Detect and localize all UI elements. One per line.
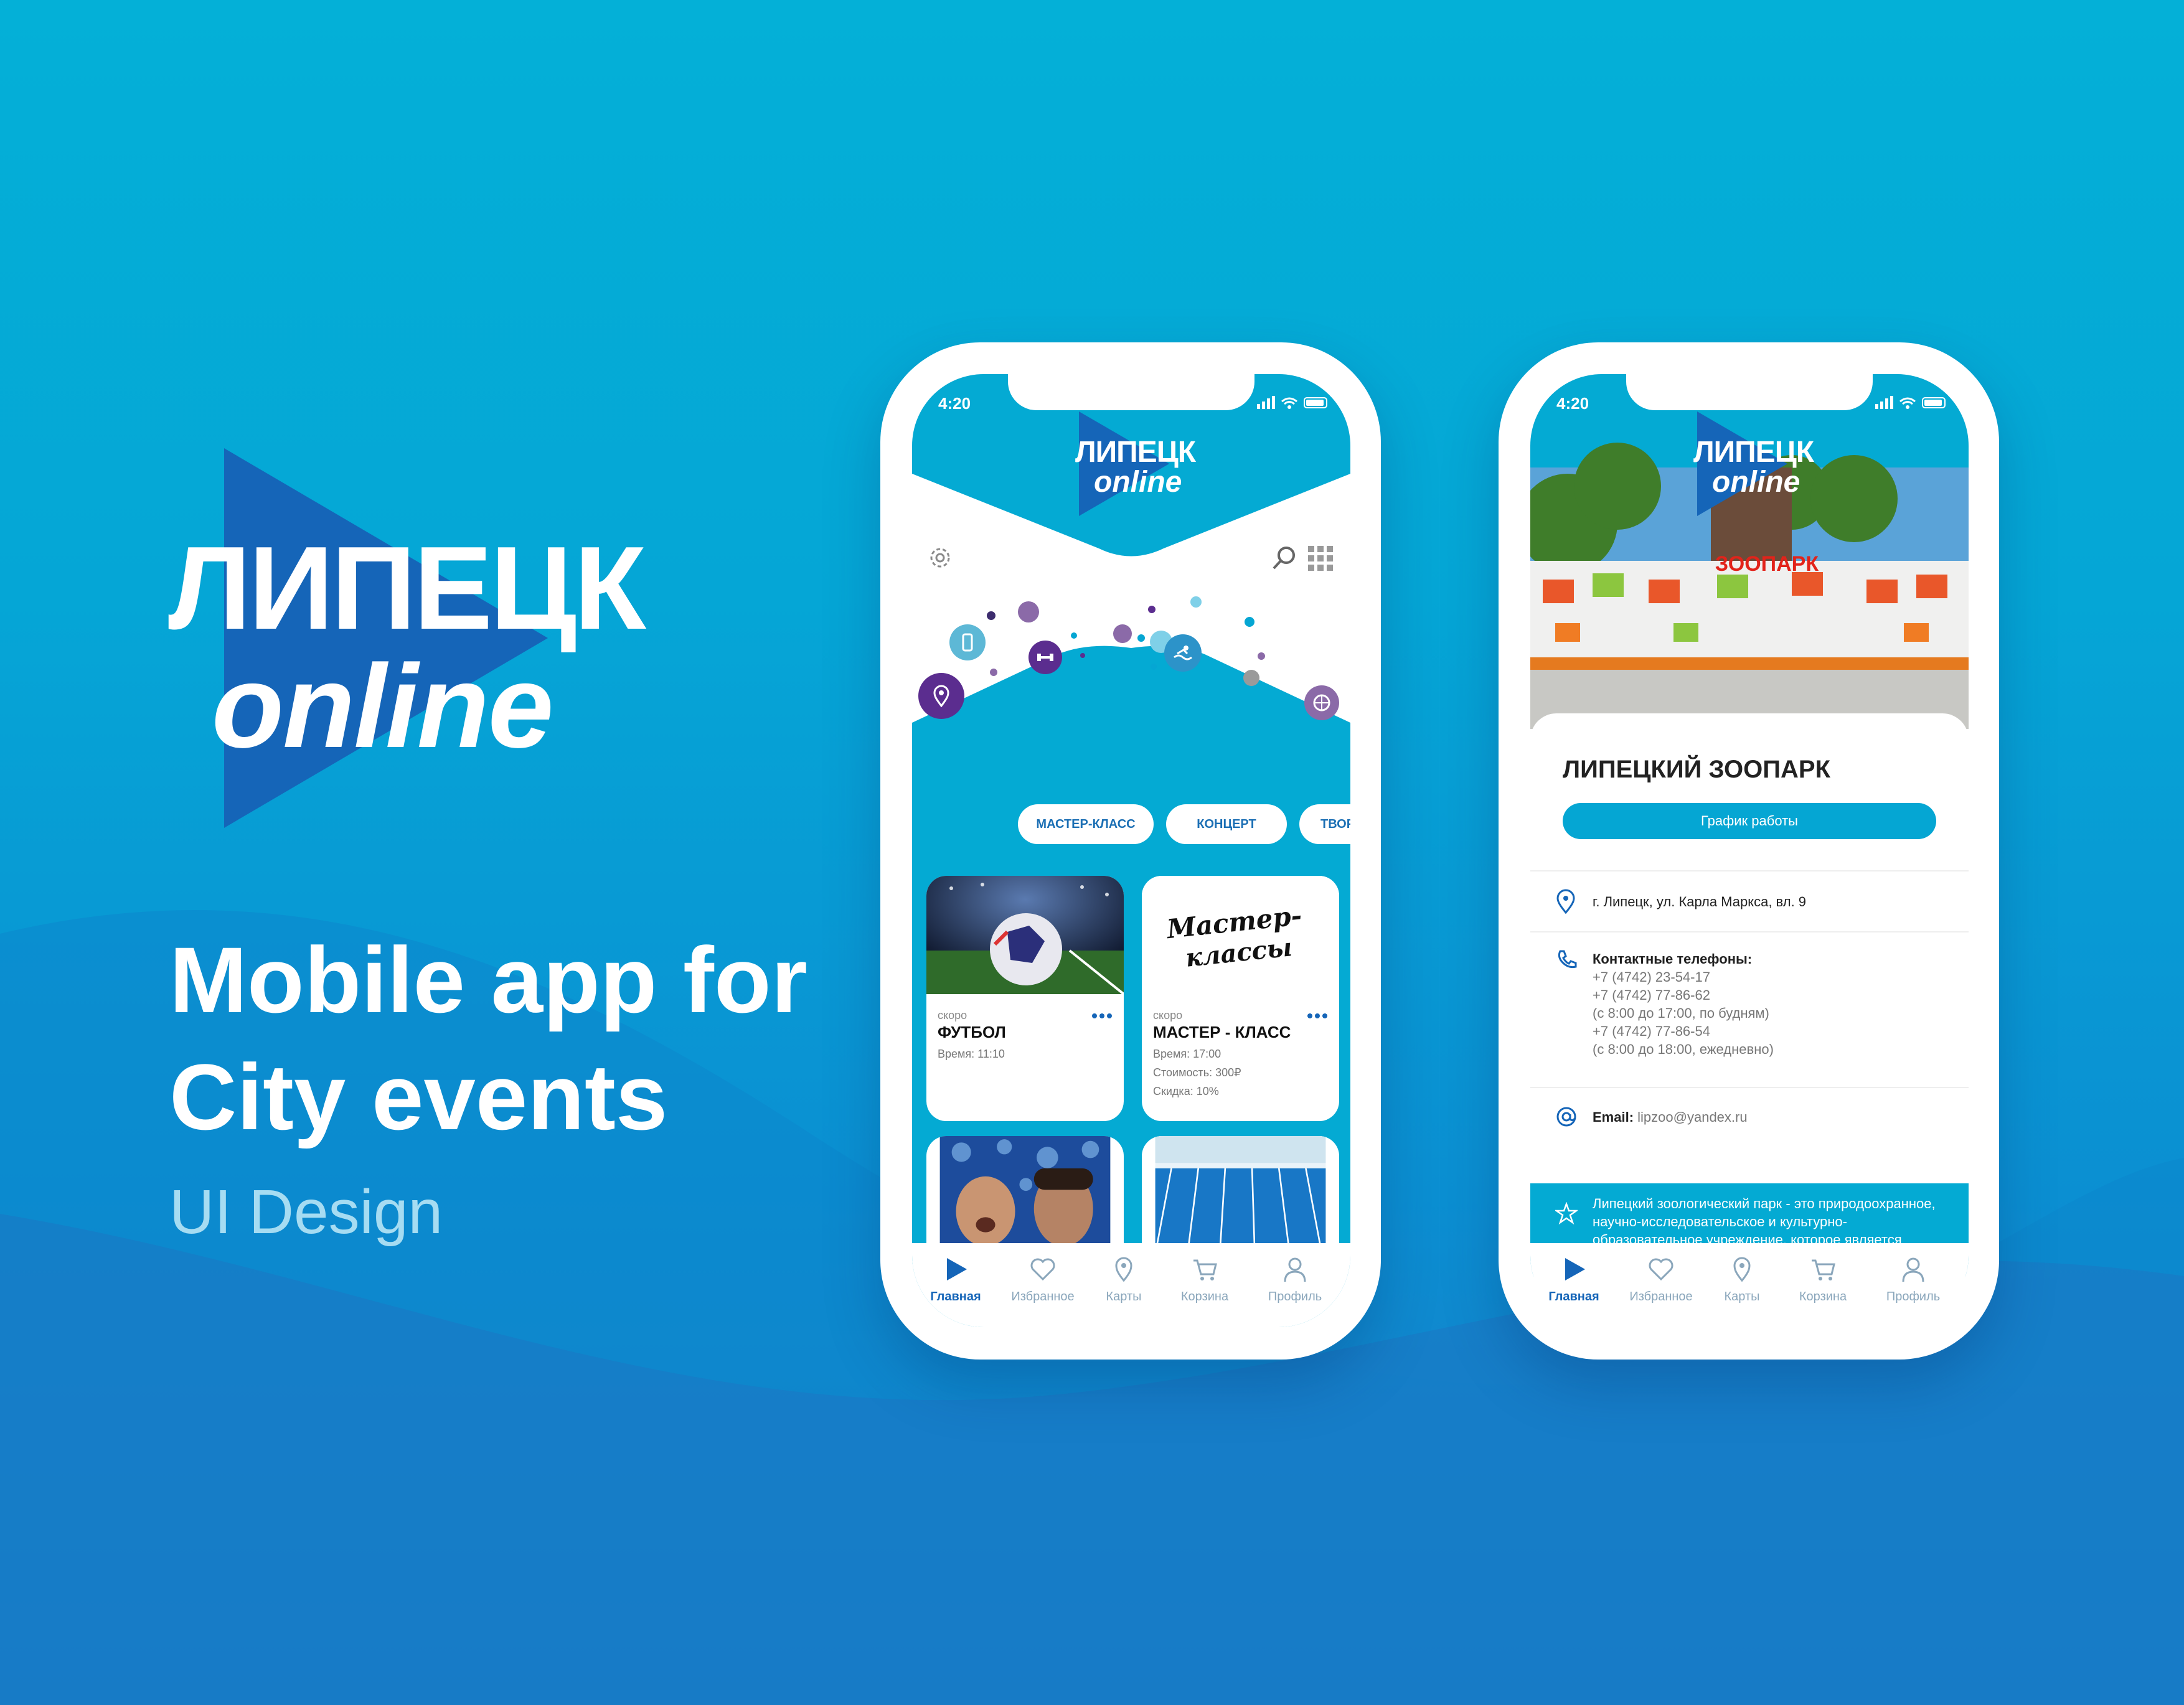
- settings-gear-icon[interactable]: [926, 543, 954, 572]
- venue-screen: ЗООПАРК 4:20 ЛИПЕЦК online ЛИПЕЦКИЙ ЗООП…: [1530, 374, 1969, 1327]
- nav-maps[interactable]: Карты: [1080, 1256, 1167, 1304]
- phone-category-icon[interactable]: [949, 624, 986, 660]
- pool-image: [1154, 1136, 1326, 1254]
- cart-icon: [1812, 1259, 1835, 1280]
- nav-maps[interactable]: Карты: [1698, 1256, 1786, 1304]
- headline: Mobile app for City events: [169, 928, 807, 1149]
- profile-icon: [1284, 1257, 1306, 1282]
- phone-venue: ЗООПАРК 4:20 ЛИПЕЦК online ЛИПЕЦКИЙ ЗООП…: [1499, 342, 1999, 1360]
- swimming-category-icon[interactable]: [1164, 634, 1202, 672]
- chip-creative[interactable]: ТВОР: [1299, 804, 1350, 844]
- star-icon: [1555, 1202, 1578, 1224]
- divider: [1530, 931, 1969, 932]
- profile-icon: [1902, 1257, 1924, 1282]
- search-icon[interactable]: [1270, 543, 1299, 572]
- phone-home: 4:20 ЛИПЕЦК online МАСТЕР-КЛАСС КОНЦЕРТ …: [880, 342, 1381, 1360]
- bottom-nav: Главная Избранное Карты Корзина Профиль: [912, 1243, 1350, 1327]
- home-screen: 4:20 ЛИПЕЦК online МАСТЕР-КЛАСС КОНЦЕРТ …: [912, 374, 1350, 1327]
- status-time: 4:20: [1556, 394, 1589, 413]
- chip-concert[interactable]: КОНЦЕРТ: [1166, 804, 1287, 844]
- nav-home[interactable]: Главная: [912, 1256, 999, 1304]
- logo-word-online: online: [212, 641, 553, 773]
- show-image: [939, 1136, 1111, 1254]
- map-pin-icon: [1115, 1257, 1132, 1282]
- basketball-category-icon[interactable]: [1304, 685, 1339, 720]
- nav-profile[interactable]: Профиль: [1251, 1256, 1339, 1304]
- venue-address: г. Липецк, ул. Карла Маркса, вл. 9: [1593, 894, 1807, 909]
- status-time: 4:20: [938, 394, 971, 413]
- football-image: [926, 876, 1124, 994]
- nav-cart[interactable]: Корзина: [1779, 1256, 1866, 1304]
- subtitle: UI Design: [169, 1177, 443, 1247]
- heart-icon: [1649, 1258, 1673, 1281]
- event-title: МАСТЕР - КЛАСС: [1153, 1023, 1291, 1041]
- contact-phones: Контактные телефоны: +7 (4742) 23-54-17 …: [1593, 951, 1774, 1057]
- schedule-button[interactable]: График работы: [1563, 803, 1936, 839]
- fitness-category-icon[interactable]: [1028, 641, 1062, 674]
- nav-cart[interactable]: Корзина: [1161, 1256, 1248, 1304]
- divider: [1530, 1087, 1969, 1088]
- hero-logo: ЛИПЕЦК online: [156, 448, 646, 834]
- app-logo: ЛИПЕЦК online: [1675, 411, 1824, 517]
- play-home-icon: [947, 1258, 967, 1280]
- status-icons: [1257, 396, 1327, 409]
- location-pin-icon: [1556, 889, 1575, 914]
- event-title: ФУТБОЛ: [938, 1023, 1006, 1041]
- app-logo: ЛИПЕЦК online: [1057, 411, 1206, 517]
- event-card-master-class[interactable]: Мастер- классы скоро МАСТЕР - КЛАСС Врем…: [1142, 876, 1339, 1121]
- play-home-icon: [1565, 1258, 1585, 1280]
- nav-favorites[interactable]: Избранное: [1617, 1256, 1705, 1304]
- map-pin-icon: [1733, 1257, 1751, 1282]
- venue-email: Email: lipzoo@yandex.ru: [1593, 1109, 1748, 1125]
- divider: [1530, 870, 1969, 871]
- bottom-nav: Главная Избранное Карты Корзина Профиль: [1530, 1243, 1969, 1327]
- venue-title: ЛИПЕЦКИЙ ЗООПАРК: [1563, 756, 1830, 783]
- status-icons: [1875, 396, 1946, 409]
- master-class-lettering-image: Мастер- классы: [1142, 876, 1339, 994]
- chip-master-class[interactable]: МАСТЕР-КЛАСС: [1018, 804, 1154, 844]
- heart-icon: [1030, 1258, 1055, 1281]
- more-options-icon[interactable]: [1307, 1013, 1328, 1019]
- grid-menu-icon[interactable]: [1307, 545, 1334, 572]
- event-card-football[interactable]: скоро ФУТБОЛ Время: 11:10: [926, 876, 1124, 1121]
- cart-icon: [1193, 1259, 1217, 1280]
- phone-call-icon: [1558, 950, 1577, 969]
- logo-word-lipetsk: ЛИПЕЦК: [168, 522, 646, 654]
- nav-favorites[interactable]: Избранное: [999, 1256, 1086, 1304]
- email-at-icon: [1556, 1107, 1576, 1127]
- zoo-sign-text: ЗООПАРК: [1715, 552, 1819, 576]
- nav-home[interactable]: Главная: [1530, 1256, 1617, 1304]
- nav-profile[interactable]: Профиль: [1870, 1256, 1957, 1304]
- map-pin-category-icon[interactable]: [918, 673, 964, 719]
- more-options-icon[interactable]: [1091, 1013, 1113, 1019]
